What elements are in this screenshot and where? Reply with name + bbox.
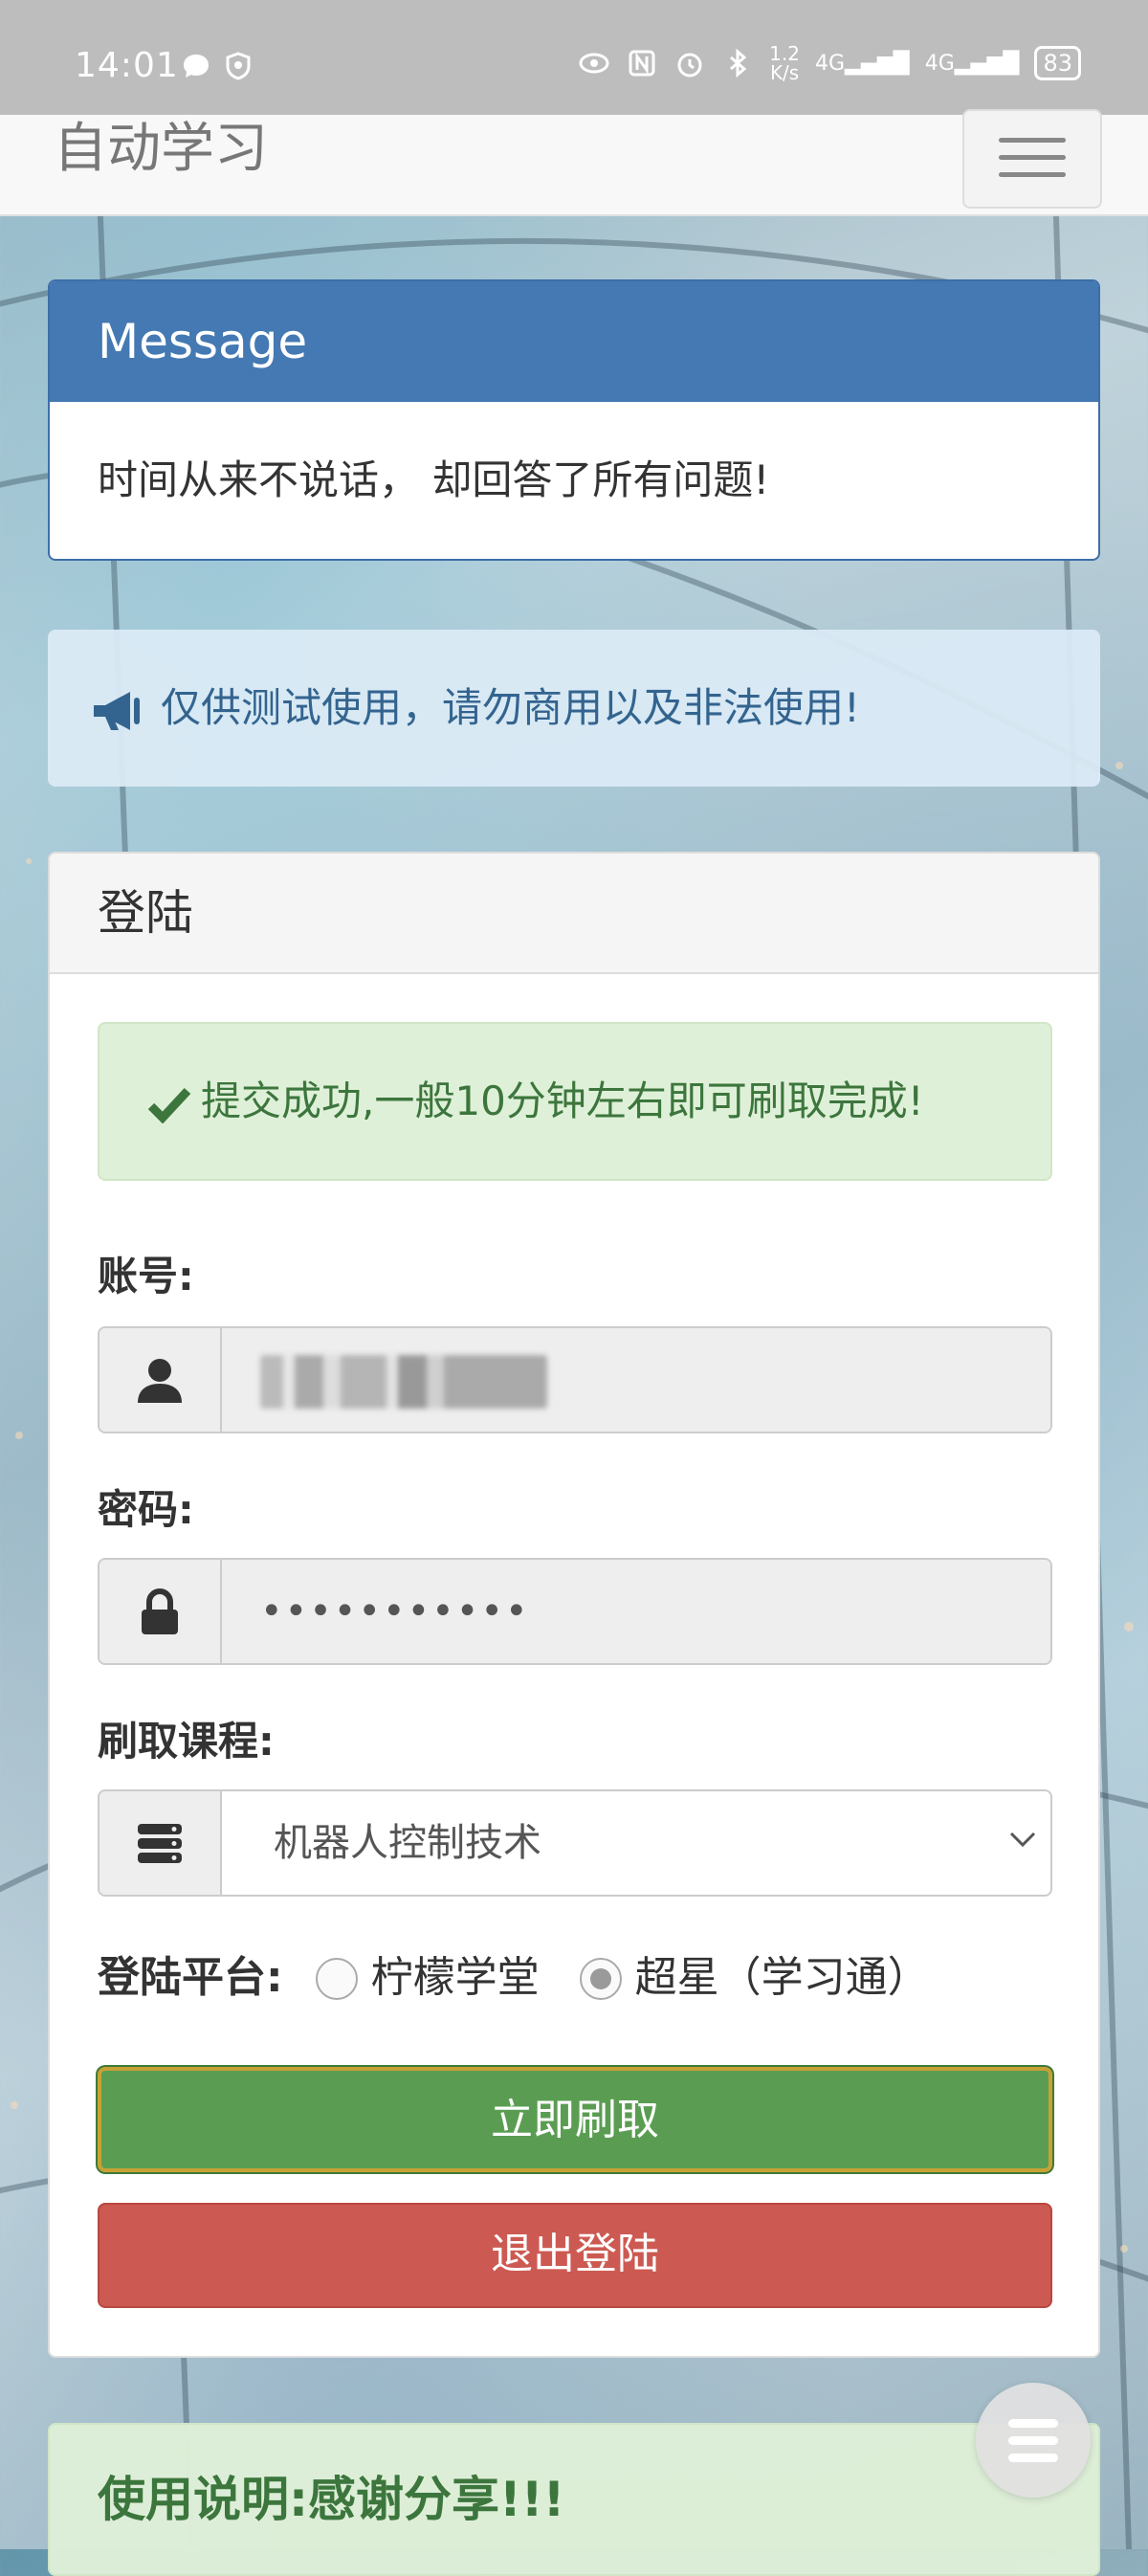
account-value-redacted	[260, 1355, 547, 1409]
nfc-icon	[629, 50, 655, 77]
signal-1-icon: 4G▂▄▆█	[814, 51, 910, 76]
course-select-group: 机器人控制技术	[98, 1789, 1052, 1897]
login-panel-title: 登陆	[50, 854, 1098, 974]
platform-radio-group: 登陆平台: 柠檬学堂 超星（学习通）	[98, 1935, 970, 2011]
login-panel: 登陆 提交成功,一般10分钟左右即可刷取完成! 账号: 密码: ••••••••…	[48, 852, 1100, 2358]
menu-icon	[1008, 2419, 1058, 2428]
message-panel-title: Message	[50, 281, 1098, 402]
radio-lemon-label[interactable]: 柠檬学堂	[371, 1943, 540, 2004]
server-icon	[138, 1824, 182, 1863]
password-addon	[99, 1560, 222, 1663]
navbar-brand[interactable]: 自动学习	[54, 105, 268, 183]
megaphone-icon	[94, 691, 140, 730]
course-select[interactable]: 机器人控制技术	[222, 1791, 1050, 1895]
radio-chaoxing[interactable]	[579, 1958, 622, 2000]
signal-2-icon: 4G▂▄▆█	[924, 51, 1020, 76]
message-panel: Message 时间从来不说话， 却回答了所有问题!	[48, 279, 1100, 561]
navbar: 自动学习	[0, 109, 1148, 216]
menu-toggle-button[interactable]	[962, 109, 1102, 209]
password-input-group: •••••••••••	[98, 1558, 1052, 1665]
password-label: 密码:	[98, 1486, 194, 1533]
account-input[interactable]	[222, 1328, 1050, 1432]
lock-icon	[142, 1588, 178, 1634]
status-time: 14:01	[75, 46, 179, 85]
radio-lemon[interactable]	[315, 1958, 358, 2000]
account-input-group	[98, 1326, 1052, 1433]
battery-icon: 83	[1034, 46, 1081, 80]
status-bar: 14:01 1.2 K/s 4G▂▄▆█ 4G▂▄▆█ 83	[0, 0, 1148, 115]
notice-alert: 仅供测试使用，请勿商用以及非法使用!	[48, 630, 1100, 787]
alarm-icon	[677, 53, 702, 78]
course-addon	[99, 1791, 222, 1895]
hamburger-icon	[999, 138, 1066, 143]
user-icon	[138, 1359, 182, 1403]
account-addon	[99, 1328, 222, 1432]
eye-icon	[579, 53, 609, 74]
floating-menu-button[interactable]	[976, 2383, 1091, 2498]
message-panel-body: 时间从来不说话， 却回答了所有问题!	[98, 456, 770, 503]
net-speed: 1.2 K/s	[769, 42, 800, 84]
submit-button[interactable]: 立即刷取	[98, 2067, 1052, 2172]
course-label: 刷取课程:	[98, 1718, 275, 1765]
check-icon	[147, 1087, 191, 1123]
success-alert-text: 提交成功,一般10分钟左右即可刷取完成!	[201, 1077, 924, 1124]
usage-panel: 使用说明:感谢分享!!!	[48, 2423, 1100, 2576]
message-icon	[184, 55, 209, 78]
chevron-down-icon	[1009, 1832, 1036, 1848]
password-input[interactable]: •••••••••••	[222, 1560, 1050, 1663]
course-select-value: 机器人控制技术	[274, 1821, 541, 1865]
platform-label: 登陆平台:	[98, 1953, 283, 2002]
radio-chaoxing-label[interactable]: 超星（学习通）	[635, 1943, 930, 2004]
logout-button[interactable]: 退出登陆	[98, 2203, 1052, 2308]
notice-text: 仅供测试使用，请勿商用以及非法使用!	[161, 684, 860, 731]
success-alert: 提交成功,一般10分钟左右即可刷取完成!	[98, 1022, 1052, 1181]
account-label: 账号:	[98, 1253, 194, 1299]
usage-title: 使用说明:感谢分享!!!	[98, 2472, 565, 2527]
shield-icon	[226, 52, 251, 80]
bluetooth-icon	[730, 48, 747, 78]
